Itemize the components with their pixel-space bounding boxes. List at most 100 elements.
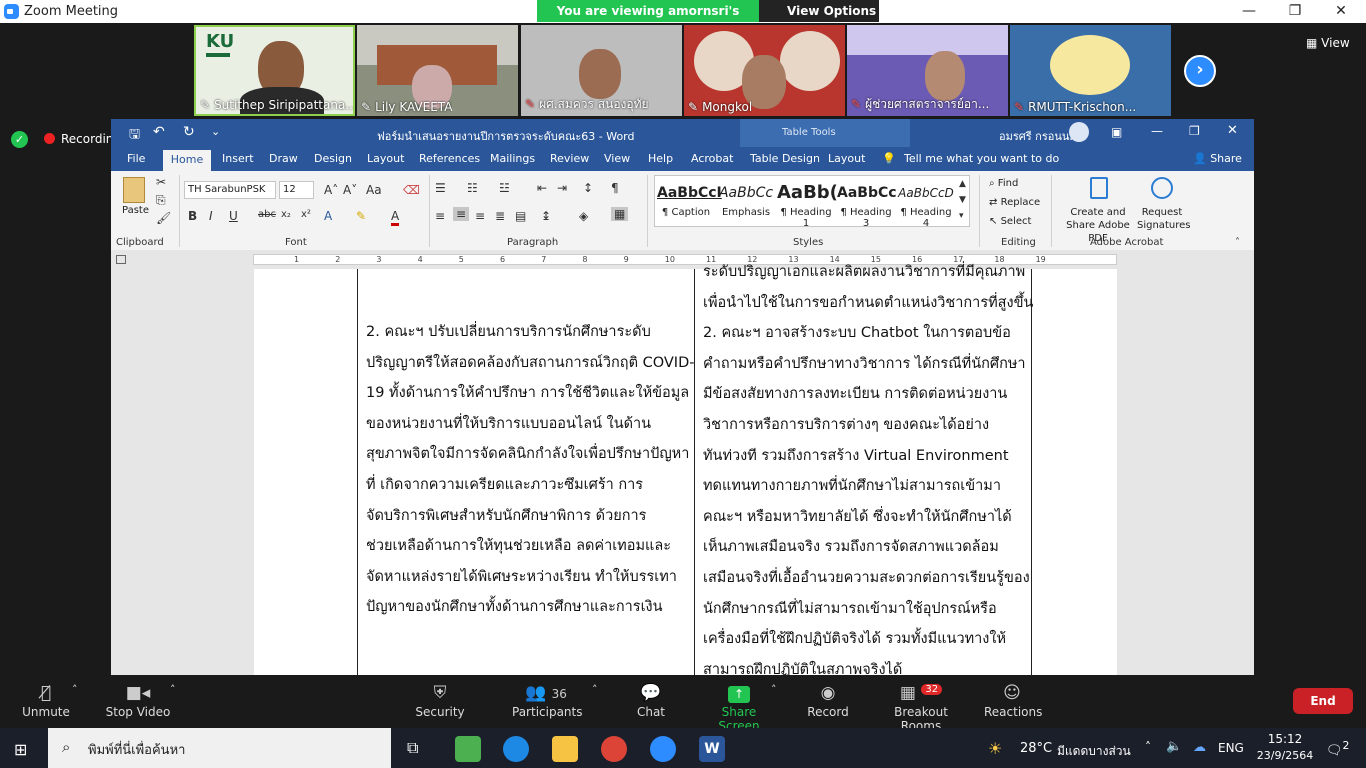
tab-design[interactable]: Design <box>314 152 352 165</box>
highlight-icon[interactable]: ✎ <box>356 209 366 223</box>
tab-home[interactable]: Home <box>163 150 211 171</box>
subscript-icon[interactable]: x₂ <box>281 209 291 220</box>
participant-tile[interactable]: ✎ Mongkol <box>684 25 845 116</box>
sort-icon[interactable]: ↕ <box>583 181 593 195</box>
styles-scroll-up-icon[interactable]: ▲ <box>959 179 966 189</box>
align-center-icon[interactable]: ≡ <box>453 207 470 221</box>
reactions-button[interactable]: ☺ Reactions <box>984 683 1042 719</box>
minimize-icon[interactable]: — <box>1151 124 1163 138</box>
language-indicator[interactable]: ENG <box>1218 741 1244 755</box>
styles-scroll-down-icon[interactable]: ▼ <box>959 195 966 205</box>
styles-more-icon[interactable]: ▾ <box>959 211 964 221</box>
maximize-icon[interactable]: ❐ <box>1272 0 1318 23</box>
clock-date[interactable]: 23/9/2564 <box>1254 749 1316 762</box>
request-signatures-icon[interactable] <box>1151 177 1173 199</box>
onedrive-icon[interactable]: ☁ <box>1193 740 1206 755</box>
borders-icon[interactable]: ▦ <box>611 207 629 221</box>
share-options-icon[interactable]: ˄ <box>771 683 777 696</box>
chat-button[interactable]: 💬 Chat <box>631 683 671 719</box>
select-button[interactable]: ↖ Select <box>989 216 1031 227</box>
find-button[interactable]: ⌕ Find <box>989 178 1018 189</box>
style-heading-3[interactable]: AaBbCc ¶ Heading 3 <box>837 179 897 229</box>
tab-table-design[interactable]: Table Design <box>750 152 820 165</box>
share-screen-button[interactable]: ↑ Share Screen <box>702 683 776 733</box>
video-options-icon[interactable]: ˄ <box>170 683 176 696</box>
tab-mailings[interactable]: Mailings <box>490 152 535 165</box>
tab-table-layout[interactable]: Layout <box>828 152 865 165</box>
justify-icon[interactable]: ≣ <box>495 209 505 223</box>
paste-icon[interactable] <box>123 177 145 203</box>
close-icon[interactable]: ✕ <box>1227 123 1238 138</box>
weather-text[interactable]: มีแดดบางส่วน <box>1057 742 1131 761</box>
paste-label[interactable]: Paste <box>122 205 149 216</box>
request-signatures-button[interactable]: Request Signatures <box>1137 206 1190 232</box>
line-spacing-icon[interactable]: ↨ <box>541 209 551 223</box>
superscript-icon[interactable]: x² <box>301 209 311 220</box>
tab-selector-icon[interactable] <box>116 255 126 264</box>
word-taskbar-icon[interactable]: W <box>699 736 725 762</box>
style-heading-1[interactable]: AaBb(¶ Heading 1 <box>777 179 838 229</box>
format-painter-icon[interactable]: 🖌 <box>156 211 171 225</box>
next-page-icon[interactable]: › <box>1184 55 1216 87</box>
chrome-icon[interactable] <box>601 736 627 762</box>
tab-review[interactable]: Review <box>550 152 589 165</box>
clock-time[interactable]: 15:12 <box>1264 732 1306 746</box>
grow-font-icon[interactable]: A˄ <box>324 183 338 197</box>
tab-view[interactable]: View <box>604 152 630 165</box>
shrink-font-icon[interactable]: A˅ <box>343 183 357 197</box>
taskbar-search[interactable]: ⌕ พิมพ์ที่นี่เพื่อค้นหา <box>48 728 391 768</box>
show-marks-icon[interactable]: ¶ <box>611 181 619 195</box>
participant-tile[interactable]: ✎ ผศ.สมควร สนองอุทัย <box>521 25 682 116</box>
zoom-taskbar-icon[interactable] <box>650 736 676 762</box>
view-button[interactable]: ▦ View <box>1306 36 1350 50</box>
style-caption[interactable]: AaBbCcI ¶ Caption <box>657 179 722 223</box>
replace-button[interactable]: ⇄ Replace <box>989 197 1040 208</box>
create-pdf-icon[interactable] <box>1090 177 1108 199</box>
style-emphasis[interactable]: AaBbCc Emphasis <box>717 179 775 223</box>
security-shield-icon[interactable]: ✓ <box>11 131 28 148</box>
weather-temp[interactable]: 28°C <box>1020 741 1052 756</box>
avatar[interactable] <box>1069 122 1089 142</box>
tab-help[interactable]: Help <box>648 152 673 165</box>
underline-icon[interactable]: U <box>229 209 238 223</box>
increase-indent-icon[interactable]: ⇥ <box>557 181 567 195</box>
numbering-icon[interactable]: ☷ <box>467 181 478 195</box>
participant-tile[interactable]: ✎ Lily KAVEETA <box>357 25 518 116</box>
tab-file[interactable]: File <box>127 152 145 165</box>
task-view-icon[interactable]: ⧉ <box>407 738 418 758</box>
tab-references[interactable]: References <box>419 152 480 165</box>
decrease-indent-icon[interactable]: ⇤ <box>537 181 547 195</box>
tab-draw[interactable]: Draw <box>269 152 298 165</box>
speaker-icon[interactable]: 🔈 <box>1166 739 1182 754</box>
italic-icon[interactable]: I <box>209 209 213 223</box>
unmute-button[interactable]: 🎙̸ Unmute <box>18 683 74 719</box>
breakout-rooms-button[interactable]: ▦ 32 Breakout Rooms <box>874 683 968 733</box>
distributed-icon[interactable]: ▤ <box>515 209 526 223</box>
stop-video-button[interactable]: ■◂ Stop Video <box>104 683 172 719</box>
file-explorer-icon[interactable] <box>552 736 578 762</box>
save-icon[interactable]: 🖫 <box>129 125 140 147</box>
tab-insert[interactable]: Insert <box>222 152 254 165</box>
tell-me-search[interactable]: Tell me what you want to do <box>904 152 1059 165</box>
participants-button[interactable]: 👥 36 Participants <box>512 683 583 719</box>
close-icon[interactable]: ✕ <box>1318 0 1364 23</box>
undo-icon[interactable]: ↶ <box>153 124 165 140</box>
minimize-icon[interactable]: — <box>1226 0 1272 23</box>
notifications-icon[interactable]: 🗨2 <box>1326 739 1349 758</box>
change-case-icon[interactable]: Aa <box>366 183 382 197</box>
shading-icon[interactable]: ◈ <box>579 209 588 223</box>
app-icon-winrar[interactable] <box>455 736 481 762</box>
tab-layout[interactable]: Layout <box>367 152 404 165</box>
align-left-icon[interactable]: ≡ <box>435 209 445 223</box>
font-size-field[interactable]: 12 <box>279 181 314 199</box>
participant-tile[interactable]: ✎ RMUTT-Krischon... <box>1010 25 1171 116</box>
windows-start-icon[interactable]: ⊞ <box>14 740 27 759</box>
ribbon-display-icon[interactable]: ▣ <box>1111 125 1122 139</box>
customize-qat-icon[interactable]: ⌄ <box>211 125 220 138</box>
security-button[interactable]: ⛨ Security <box>410 683 470 719</box>
cut-icon[interactable]: ✂ <box>156 175 166 189</box>
style-heading-4[interactable]: AaBbCcD ¶ Heading 4 <box>897 179 955 229</box>
end-meeting-button[interactable]: End <box>1293 688 1353 714</box>
bold-icon[interactable]: B <box>188 209 197 223</box>
collapse-ribbon-icon[interactable]: ˄ <box>1235 237 1240 248</box>
